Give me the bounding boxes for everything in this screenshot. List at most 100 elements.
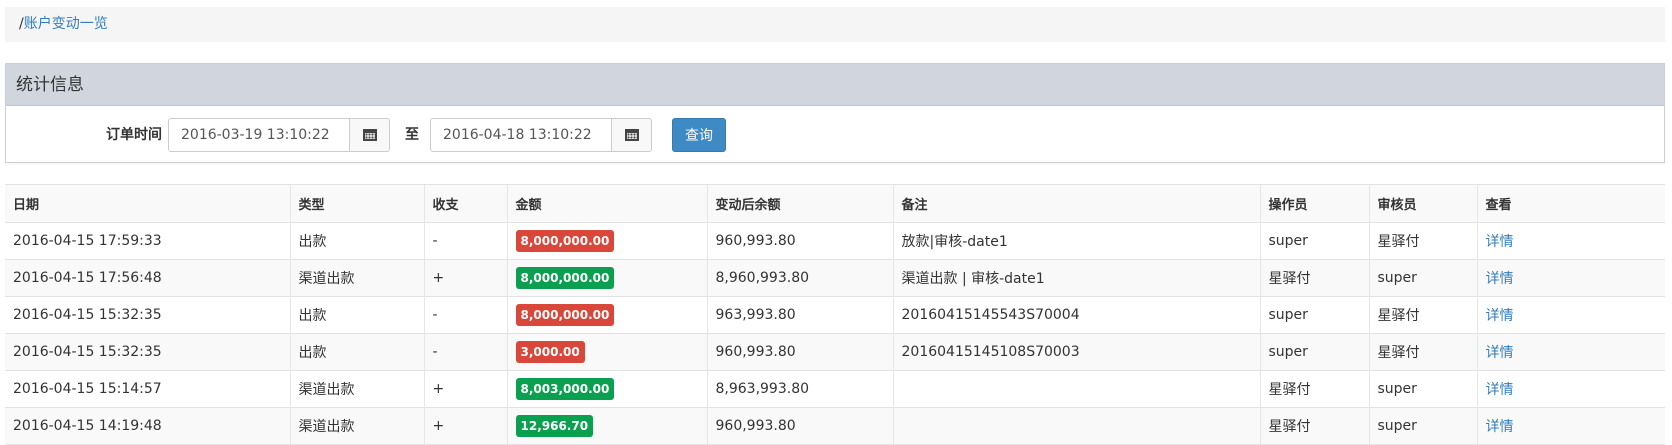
column-header-type: 类型 xyxy=(289,184,424,223)
cell-type: 渠道出款 xyxy=(289,259,424,297)
stats-filter-form: 订单时间 至 查询 xyxy=(6,106,1664,163)
column-header-operator: 操作员 xyxy=(1259,184,1369,223)
query-button[interactable]: 查询 xyxy=(672,118,726,152)
cell-view: 详情 xyxy=(1476,333,1665,371)
cell-view: 详情 xyxy=(1476,222,1665,260)
table-body: 2016-04-15 17:59:33 出款 - 8,000,000.00 96… xyxy=(5,222,1665,445)
cell-amount: 8,000,000.00 xyxy=(506,259,707,297)
cell-balance: 963,993.80 xyxy=(706,296,893,334)
table-row: 2016-04-15 17:59:33 出款 - 8,000,000.00 96… xyxy=(5,222,1665,260)
stats-panel: 统计信息 订单时间 至 查询 xyxy=(5,63,1665,163)
cell-auditor: super xyxy=(1368,407,1477,445)
cell-direction: + xyxy=(423,407,507,445)
cell-balance: 960,993.80 xyxy=(706,407,893,445)
table-row: 2016-04-15 15:14:57 渠道出款 + 8,003,000.00 … xyxy=(5,370,1665,408)
cell-type: 出款 xyxy=(289,296,424,334)
column-header-auditor: 审核员 xyxy=(1368,184,1477,223)
column-header-view: 查看 xyxy=(1476,184,1665,223)
cell-operator: super xyxy=(1259,222,1369,260)
cell-auditor: 星驿付 xyxy=(1368,296,1477,334)
cell-direction: + xyxy=(423,259,507,297)
cell-view: 详情 xyxy=(1476,259,1665,297)
cell-amount: 8,000,000.00 xyxy=(506,296,707,334)
cell-amount: 8,003,000.00 xyxy=(506,370,707,408)
table-row: 2016-04-15 17:56:48 渠道出款 + 8,000,000.00 … xyxy=(5,259,1665,297)
cell-balance: 960,993.80 xyxy=(706,333,893,371)
cell-operator: 星驿付 xyxy=(1259,259,1369,297)
detail-link[interactable]: 详情 xyxy=(1486,271,1514,287)
end-date-picker-button[interactable] xyxy=(612,118,652,152)
cell-view: 详情 xyxy=(1476,296,1665,334)
amount-badge: 8,000,000.00 xyxy=(515,267,615,289)
end-date-group xyxy=(430,118,652,152)
cell-direction: - xyxy=(423,222,507,260)
cell-type: 出款 xyxy=(289,333,424,371)
cell-direction: - xyxy=(423,333,507,371)
cell-auditor: super xyxy=(1368,259,1477,297)
cell-auditor: 星驿付 xyxy=(1368,333,1477,371)
cell-type: 出款 xyxy=(289,222,424,260)
cell-auditor: 星驿付 xyxy=(1368,222,1477,260)
start-date-input[interactable] xyxy=(168,118,350,152)
cell-operator: super xyxy=(1259,296,1369,334)
cell-direction: - xyxy=(423,296,507,334)
cell-amount: 8,000,000.00 xyxy=(506,222,707,260)
detail-link[interactable]: 详情 xyxy=(1486,234,1514,250)
start-date-group xyxy=(168,118,390,152)
cell-remark: 放款|审核-date1 xyxy=(892,222,1260,260)
account-changes-table: 日期 类型 收支 金额 变动后余额 备注 操作员 审核员 查看 2016-04-… xyxy=(5,184,1665,445)
amount-badge: 8,003,000.00 xyxy=(515,378,615,400)
amount-badge: 12,966.70 xyxy=(515,415,594,437)
cell-operator: super xyxy=(1259,333,1369,371)
breadcrumb: /账户变动一览 xyxy=(5,7,1665,42)
cell-amount: 3,000.00 xyxy=(506,333,707,371)
cell-balance: 8,960,993.80 xyxy=(706,259,893,297)
cell-direction: + xyxy=(423,370,507,408)
cell-date: 2016-04-15 17:59:33 xyxy=(5,222,290,260)
cell-type: 渠道出款 xyxy=(289,407,424,445)
stats-panel-title: 统计信息 xyxy=(6,64,1664,106)
cell-remark xyxy=(892,370,1260,408)
cell-balance: 8,963,993.80 xyxy=(706,370,893,408)
cell-type: 渠道出款 xyxy=(289,370,424,408)
amount-badge: 8,000,000.00 xyxy=(515,304,615,326)
cell-date: 2016-04-15 15:14:57 xyxy=(5,370,290,408)
cell-remark: 20160415145543S70004 xyxy=(892,296,1260,334)
cell-balance: 960,993.80 xyxy=(706,222,893,260)
cell-operator: 星驿付 xyxy=(1259,370,1369,408)
cell-date: 2016-04-15 15:32:35 xyxy=(5,333,290,371)
breadcrumb-current-link[interactable]: 账户变动一览 xyxy=(24,16,108,32)
cell-remark: 渠道出款 | 审核-date1 xyxy=(892,259,1260,297)
cell-view: 详情 xyxy=(1476,370,1665,408)
cell-auditor: super xyxy=(1368,370,1477,408)
detail-link[interactable]: 详情 xyxy=(1486,345,1514,361)
order-time-label: 订单时间 xyxy=(106,127,162,143)
column-header-balance: 变动后余额 xyxy=(706,184,893,223)
cell-amount: 12,966.70 xyxy=(506,407,707,445)
table-row: 2016-04-15 15:32:35 出款 - 8,000,000.00 96… xyxy=(5,296,1665,334)
cell-view: 详情 xyxy=(1476,407,1665,445)
amount-badge: 8,000,000.00 xyxy=(515,230,615,252)
calendar-icon xyxy=(624,129,639,141)
cell-remark: 20160415145108S70003 xyxy=(892,333,1260,371)
cell-date: 2016-04-15 14:19:48 xyxy=(5,407,290,445)
column-header-amount: 金额 xyxy=(506,184,707,223)
cell-operator: 星驿付 xyxy=(1259,407,1369,445)
cell-date: 2016-04-15 15:32:35 xyxy=(5,296,290,334)
to-label: 至 xyxy=(405,127,419,143)
amount-badge: 3,000.00 xyxy=(515,341,585,363)
column-header-direction: 收支 xyxy=(423,184,507,223)
end-date-input[interactable] xyxy=(430,118,612,152)
detail-link[interactable]: 详情 xyxy=(1486,419,1514,435)
table-header-row: 日期 类型 收支 金额 变动后余额 备注 操作员 审核员 查看 xyxy=(5,184,1665,223)
detail-link[interactable]: 详情 xyxy=(1486,308,1514,324)
column-header-remark: 备注 xyxy=(892,184,1260,223)
cell-date: 2016-04-15 17:56:48 xyxy=(5,259,290,297)
column-header-date: 日期 xyxy=(5,184,290,223)
cell-remark xyxy=(892,407,1260,445)
table-row: 2016-04-15 15:32:35 出款 - 3,000.00 960,99… xyxy=(5,333,1665,371)
calendar-icon xyxy=(362,129,377,141)
detail-link[interactable]: 详情 xyxy=(1486,382,1514,398)
table-row: 2016-04-15 14:19:48 渠道出款 + 12,966.70 960… xyxy=(5,407,1665,445)
start-date-picker-button[interactable] xyxy=(350,118,390,152)
